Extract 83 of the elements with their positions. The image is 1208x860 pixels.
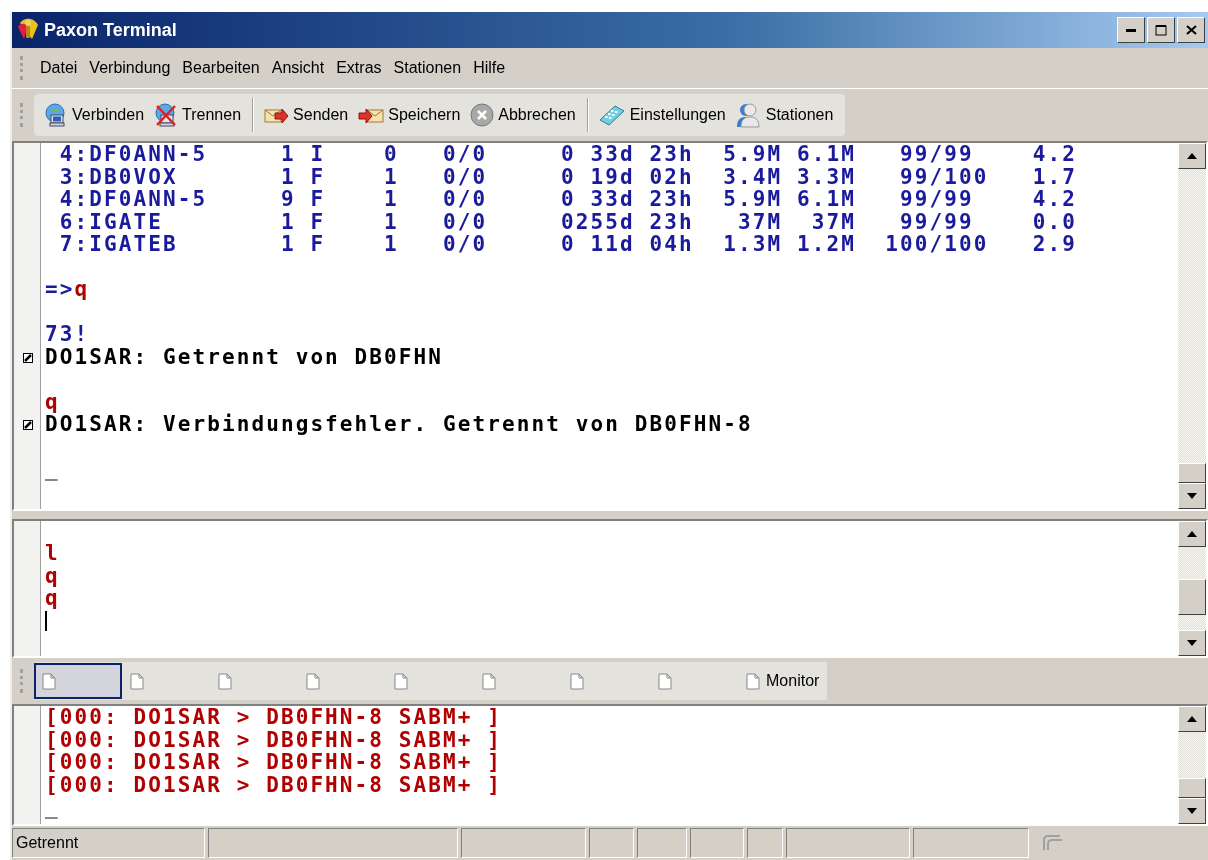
menu-item[interactable]: Ansicht [265, 55, 331, 81]
toolbar-button[interactable]: Stationen [731, 99, 838, 131]
maximize-button[interactable] [1147, 17, 1175, 43]
keypad-icon [597, 103, 626, 127]
echo-text: l [45, 541, 60, 565]
toolbar-button[interactable]: Trennen [150, 100, 246, 130]
close-icon [1185, 25, 1197, 35]
station-row-text: 4:DF0ANN-5 1 I 0 0/0 0 33d 23h 5.9M 6.1M 99/99 4.2 [58, 143, 1077, 166]
document-icon [394, 672, 408, 690]
up-arrow-icon [1187, 716, 1197, 722]
globe-computer-cross-icon [154, 103, 179, 127]
toolbar-button[interactable]: Abbrechen [466, 100, 580, 130]
document-icon [658, 672, 672, 690]
scrollbar-thumb[interactable] [1178, 463, 1206, 483]
monitor-frame: [000: DO1SAR > DB0FHN-8 SABM+ ] [45, 750, 503, 774]
cursor-mark: _ [45, 457, 60, 481]
monitor-frame: [000: DO1SAR > DB0FHN-8 SABM+ ] [45, 772, 503, 797]
users-icon [735, 102, 762, 128]
toolbar-button[interactable]: Speichern [354, 100, 465, 130]
echo-text: q [45, 389, 60, 414]
up-arrow-icon [1187, 531, 1197, 537]
menu-item[interactable]: Bearbeiten [176, 55, 266, 81]
scroll-up-button[interactable] [1178, 706, 1206, 732]
station-row-text: 6:IGATE 1 F 1 0/0 0255d 23h 37M 37M 99/99 0.0 [58, 209, 1077, 234]
cancel-icon [470, 103, 495, 127]
document-icon [306, 672, 320, 690]
echo-text: q [45, 563, 60, 588]
document-icon [218, 672, 232, 690]
scroll-up-button[interactable] [1178, 143, 1206, 169]
menu-item[interactable]: Hilfe [467, 55, 512, 81]
document-icon [746, 672, 760, 690]
menu-item[interactable]: Datei [34, 55, 84, 81]
station-row-text: 3:DB0VOX 1 F 1 0/0 0 19d 02h 3.4M 3.3M 99/100 1.7 [58, 164, 1077, 189]
close-button[interactable] [1177, 17, 1205, 43]
document-icon [42, 672, 56, 690]
input-pane[interactable]: l q q [12, 519, 1208, 658]
reply-text: 73! [45, 322, 90, 346]
monitor-frame: [000: DO1SAR > DB0FHN-8 SABM+ ] [45, 727, 503, 752]
prompt-line: =>q [45, 277, 90, 301]
globe-computer-icon [44, 103, 68, 127]
cursor-mark: _ [45, 795, 60, 819]
menu-item[interactable]: Verbindung [83, 55, 177, 81]
monitor-frame: [000: DO1SAR > DB0FHN-8 SABM+ ] [45, 706, 503, 729]
scroll-down-button[interactable] [1178, 483, 1206, 509]
down-arrow-icon [1187, 808, 1197, 814]
status-message: DO1SAR: Getrennt von DB0FHN [45, 344, 444, 369]
status-panel [747, 828, 783, 858]
scrollbar[interactable] [1178, 143, 1206, 509]
document-icon [130, 672, 144, 690]
up-arrow-icon [1187, 153, 1197, 159]
status-panel [690, 828, 744, 858]
maximize-icon [1155, 24, 1167, 36]
channel-tab[interactable]: Monitor [738, 663, 828, 699]
toolbar-button[interactable]: Verbinden [40, 100, 149, 130]
down-arrow-icon [1187, 493, 1197, 499]
scrollbar-thumb[interactable] [1178, 778, 1206, 798]
message-marker-icon [23, 420, 33, 430]
window-title: Paxon Terminal [44, 19, 178, 41]
document-icon [570, 672, 584, 690]
status-message: DO1SAR: Verbindungsfehler. Getrennt von DB0FHN-8 [45, 412, 753, 436]
scrollbar[interactable] [1178, 521, 1206, 656]
scrollbar-thumb[interactable] [1178, 579, 1206, 615]
minimize-icon [1126, 28, 1136, 32]
menu-item[interactable]: Stationen [387, 55, 468, 81]
menu-item[interactable]: Extras [330, 55, 388, 81]
station-row-text: 7:IGATEB 1 F 1 0/0 0 11d 04h 1.3M 1.2M 100/100 2.9 [58, 232, 1077, 256]
status-panel [637, 828, 687, 858]
document-icon [482, 672, 496, 690]
toolbar-button[interactable]: Einstellungen [593, 100, 730, 130]
message-marker-icon [23, 352, 33, 363]
status-panel [589, 828, 634, 858]
scrollbar[interactable] [1178, 706, 1206, 824]
minimize-button[interactable] [1117, 17, 1145, 43]
text-cursor [45, 610, 47, 631]
down-arrow-icon [1187, 640, 1197, 646]
toolbar-button[interactable]: Senden [259, 100, 353, 130]
scroll-down-button[interactable] [1178, 798, 1206, 824]
status-text: Getrennt [12, 828, 205, 858]
scroll-up-button[interactable] [1178, 521, 1206, 547]
echo-text: q [45, 586, 60, 610]
station-row-text: 4:DF0ANN-5 9 F 1 0/0 0 33d 23h 5.9M 6.1M 99/99 4.2 [58, 187, 1077, 211]
connection-icon [1042, 834, 1064, 852]
scroll-down-button[interactable] [1178, 630, 1206, 656]
